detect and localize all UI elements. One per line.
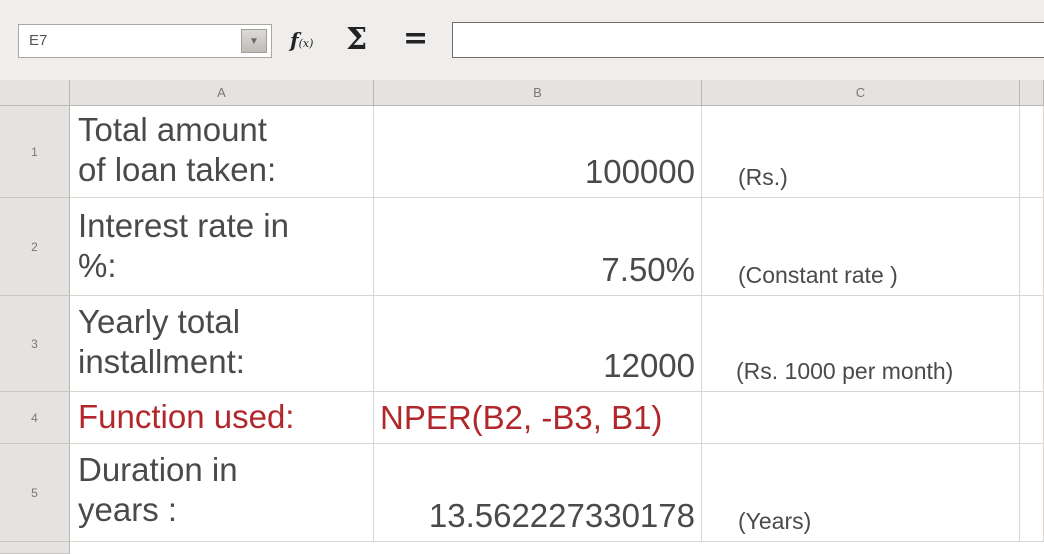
cell-b2[interactable]: 7.50% [374, 198, 702, 296]
row-header-5[interactable]: 5 [0, 444, 70, 542]
formula-bar: E7 ▼ f(x) Σ = [0, 0, 1044, 71]
cell-c3[interactable]: (Rs. 1000 per month) [702, 296, 1020, 392]
cell-d3[interactable] [1020, 296, 1044, 392]
chevron-down-icon[interactable]: ▼ [241, 29, 267, 53]
column-header-c[interactable]: C [702, 80, 1020, 106]
row-header-4[interactable]: 4 [0, 392, 70, 444]
cell-d2[interactable] [1020, 198, 1044, 296]
cell-a1[interactable]: Total amount of loan taken: [70, 106, 374, 198]
row-header-2[interactable]: 2 [0, 198, 70, 296]
cell-d4[interactable] [1020, 392, 1044, 444]
spreadsheet-grid: A B C 1 Total amount of loan taken: 1000… [0, 70, 1044, 554]
cell-c5[interactable]: (Years) [702, 444, 1020, 542]
function-wizard-icon[interactable]: f(x) [290, 28, 313, 52]
cell-b3[interactable]: 12000 [374, 296, 702, 392]
cell-c4[interactable] [702, 392, 1020, 444]
column-header-b[interactable]: B [374, 80, 702, 106]
row-header-3[interactable]: 3 [0, 296, 70, 392]
cell-c1[interactable]: (Rs.) [702, 106, 1020, 198]
grid-top-strip [0, 70, 1044, 80]
column-header-a[interactable]: A [70, 80, 374, 106]
formula-icon[interactable]: = [403, 21, 428, 56]
cell-b5[interactable]: 13.562227330178 [374, 444, 702, 542]
cell-b1[interactable]: 100000 [374, 106, 702, 198]
cell-a4[interactable]: Function used: [70, 392, 374, 444]
row-header-6[interactable] [0, 542, 70, 554]
formula-input[interactable] [452, 22, 1044, 58]
cell-a5[interactable]: Duration in years : [70, 444, 374, 542]
sum-icon[interactable]: Σ [346, 22, 367, 57]
cell-a2[interactable]: Interest rate in %: [70, 198, 374, 296]
name-box[interactable]: E7 ▼ [18, 24, 272, 58]
column-header-d[interactable] [1020, 80, 1044, 106]
cell-a3[interactable]: Yearly total installment: [70, 296, 374, 392]
select-all-corner[interactable] [0, 80, 70, 106]
cell-d5[interactable] [1020, 444, 1044, 542]
cell-reference: E7 [29, 32, 48, 49]
row-header-1[interactable]: 1 [0, 106, 70, 198]
cell-b4[interactable]: NPER(B2, -B3, B1) [374, 392, 702, 444]
cell-c2[interactable]: (Constant rate ) [702, 198, 1020, 296]
cell-d1[interactable] [1020, 106, 1044, 198]
